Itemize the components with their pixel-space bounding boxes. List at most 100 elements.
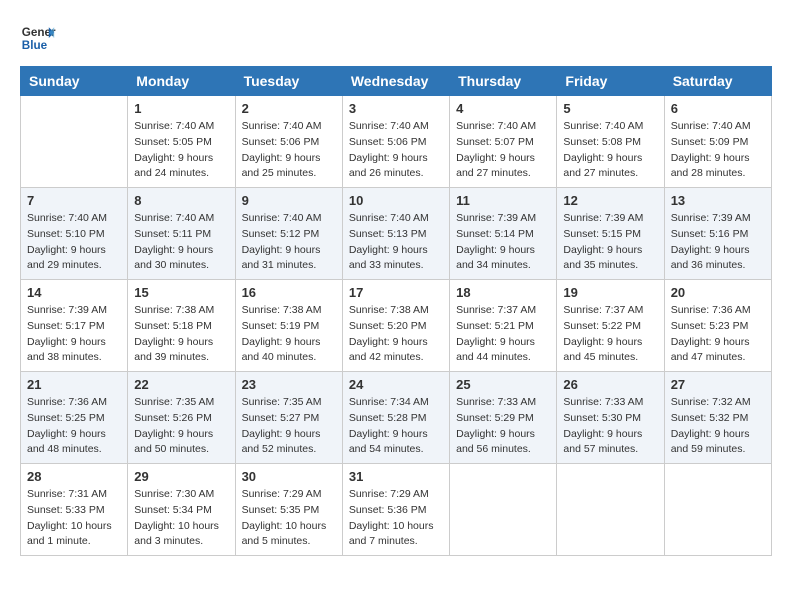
calendar-cell: 14 Sunrise: 7:39 AMSunset: 5:17 PMDaylig… <box>21 280 128 372</box>
day-number: 16 <box>242 285 336 300</box>
day-number: 5 <box>563 101 657 116</box>
day-info: Sunrise: 7:33 AMSunset: 5:30 PMDaylight:… <box>563 395 657 458</box>
calendar-table: SundayMondayTuesdayWednesdayThursdayFrid… <box>20 66 772 556</box>
calendar-cell <box>557 464 664 556</box>
weekday-header-monday: Monday <box>128 67 235 96</box>
calendar-week-row: 28 Sunrise: 7:31 AMSunset: 5:33 PMDaylig… <box>21 464 772 556</box>
calendar-cell: 30 Sunrise: 7:29 AMSunset: 5:35 PMDaylig… <box>235 464 342 556</box>
page-header: General Blue <box>20 20 772 56</box>
calendar-cell: 18 Sunrise: 7:37 AMSunset: 5:21 PMDaylig… <box>450 280 557 372</box>
calendar-cell: 16 Sunrise: 7:38 AMSunset: 5:19 PMDaylig… <box>235 280 342 372</box>
day-info: Sunrise: 7:39 AMSunset: 5:14 PMDaylight:… <box>456 211 550 274</box>
calendar-cell: 11 Sunrise: 7:39 AMSunset: 5:14 PMDaylig… <box>450 188 557 280</box>
day-info: Sunrise: 7:31 AMSunset: 5:33 PMDaylight:… <box>27 487 121 550</box>
day-number: 20 <box>671 285 765 300</box>
day-number: 9 <box>242 193 336 208</box>
day-number: 22 <box>134 377 228 392</box>
day-info: Sunrise: 7:38 AMSunset: 5:20 PMDaylight:… <box>349 303 443 366</box>
weekday-header-thursday: Thursday <box>450 67 557 96</box>
day-number: 14 <box>27 285 121 300</box>
day-info: Sunrise: 7:35 AMSunset: 5:27 PMDaylight:… <box>242 395 336 458</box>
day-info: Sunrise: 7:40 AMSunset: 5:10 PMDaylight:… <box>27 211 121 274</box>
calendar-week-row: 14 Sunrise: 7:39 AMSunset: 5:17 PMDaylig… <box>21 280 772 372</box>
calendar-cell: 24 Sunrise: 7:34 AMSunset: 5:28 PMDaylig… <box>342 372 449 464</box>
day-info: Sunrise: 7:36 AMSunset: 5:25 PMDaylight:… <box>27 395 121 458</box>
calendar-cell: 8 Sunrise: 7:40 AMSunset: 5:11 PMDayligh… <box>128 188 235 280</box>
calendar-cell: 27 Sunrise: 7:32 AMSunset: 5:32 PMDaylig… <box>664 372 771 464</box>
day-number: 27 <box>671 377 765 392</box>
calendar-cell: 23 Sunrise: 7:35 AMSunset: 5:27 PMDaylig… <box>235 372 342 464</box>
logo: General Blue <box>20 20 56 56</box>
day-number: 2 <box>242 101 336 116</box>
calendar-week-row: 21 Sunrise: 7:36 AMSunset: 5:25 PMDaylig… <box>21 372 772 464</box>
calendar-header-row: SundayMondayTuesdayWednesdayThursdayFrid… <box>21 67 772 96</box>
day-info: Sunrise: 7:40 AMSunset: 5:09 PMDaylight:… <box>671 119 765 182</box>
day-number: 19 <box>563 285 657 300</box>
calendar-cell <box>450 464 557 556</box>
day-info: Sunrise: 7:40 AMSunset: 5:07 PMDaylight:… <box>456 119 550 182</box>
day-info: Sunrise: 7:39 AMSunset: 5:16 PMDaylight:… <box>671 211 765 274</box>
day-number: 1 <box>134 101 228 116</box>
calendar-week-row: 7 Sunrise: 7:40 AMSunset: 5:10 PMDayligh… <box>21 188 772 280</box>
calendar-cell: 28 Sunrise: 7:31 AMSunset: 5:33 PMDaylig… <box>21 464 128 556</box>
day-number: 21 <box>27 377 121 392</box>
calendar-cell: 5 Sunrise: 7:40 AMSunset: 5:08 PMDayligh… <box>557 96 664 188</box>
day-info: Sunrise: 7:38 AMSunset: 5:18 PMDaylight:… <box>134 303 228 366</box>
calendar-cell: 31 Sunrise: 7:29 AMSunset: 5:36 PMDaylig… <box>342 464 449 556</box>
day-number: 31 <box>349 469 443 484</box>
weekday-header-friday: Friday <box>557 67 664 96</box>
calendar-cell: 6 Sunrise: 7:40 AMSunset: 5:09 PMDayligh… <box>664 96 771 188</box>
calendar-cell: 3 Sunrise: 7:40 AMSunset: 5:06 PMDayligh… <box>342 96 449 188</box>
day-number: 6 <box>671 101 765 116</box>
day-info: Sunrise: 7:32 AMSunset: 5:32 PMDaylight:… <box>671 395 765 458</box>
day-number: 7 <box>27 193 121 208</box>
calendar-cell: 7 Sunrise: 7:40 AMSunset: 5:10 PMDayligh… <box>21 188 128 280</box>
day-info: Sunrise: 7:40 AMSunset: 5:06 PMDaylight:… <box>349 119 443 182</box>
calendar-week-row: 1 Sunrise: 7:40 AMSunset: 5:05 PMDayligh… <box>21 96 772 188</box>
day-info: Sunrise: 7:35 AMSunset: 5:26 PMDaylight:… <box>134 395 228 458</box>
day-number: 4 <box>456 101 550 116</box>
day-number: 3 <box>349 101 443 116</box>
day-info: Sunrise: 7:40 AMSunset: 5:08 PMDaylight:… <box>563 119 657 182</box>
day-number: 30 <box>242 469 336 484</box>
day-number: 17 <box>349 285 443 300</box>
day-info: Sunrise: 7:39 AMSunset: 5:15 PMDaylight:… <box>563 211 657 274</box>
calendar-cell: 21 Sunrise: 7:36 AMSunset: 5:25 PMDaylig… <box>21 372 128 464</box>
day-number: 25 <box>456 377 550 392</box>
svg-text:Blue: Blue <box>22 39 48 52</box>
calendar-cell: 25 Sunrise: 7:33 AMSunset: 5:29 PMDaylig… <box>450 372 557 464</box>
day-number: 29 <box>134 469 228 484</box>
day-info: Sunrise: 7:40 AMSunset: 5:05 PMDaylight:… <box>134 119 228 182</box>
day-info: Sunrise: 7:40 AMSunset: 5:11 PMDaylight:… <box>134 211 228 274</box>
day-number: 15 <box>134 285 228 300</box>
day-info: Sunrise: 7:36 AMSunset: 5:23 PMDaylight:… <box>671 303 765 366</box>
weekday-header-tuesday: Tuesday <box>235 67 342 96</box>
weekday-header-saturday: Saturday <box>664 67 771 96</box>
day-number: 26 <box>563 377 657 392</box>
calendar-cell <box>21 96 128 188</box>
calendar-cell: 2 Sunrise: 7:40 AMSunset: 5:06 PMDayligh… <box>235 96 342 188</box>
day-number: 28 <box>27 469 121 484</box>
calendar-cell: 19 Sunrise: 7:37 AMSunset: 5:22 PMDaylig… <box>557 280 664 372</box>
day-info: Sunrise: 7:37 AMSunset: 5:22 PMDaylight:… <box>563 303 657 366</box>
day-info: Sunrise: 7:34 AMSunset: 5:28 PMDaylight:… <box>349 395 443 458</box>
day-info: Sunrise: 7:39 AMSunset: 5:17 PMDaylight:… <box>27 303 121 366</box>
weekday-header-wednesday: Wednesday <box>342 67 449 96</box>
day-number: 8 <box>134 193 228 208</box>
day-info: Sunrise: 7:38 AMSunset: 5:19 PMDaylight:… <box>242 303 336 366</box>
weekday-header-sunday: Sunday <box>21 67 128 96</box>
day-number: 23 <box>242 377 336 392</box>
day-info: Sunrise: 7:29 AMSunset: 5:36 PMDaylight:… <box>349 487 443 550</box>
calendar-cell: 22 Sunrise: 7:35 AMSunset: 5:26 PMDaylig… <box>128 372 235 464</box>
day-info: Sunrise: 7:30 AMSunset: 5:34 PMDaylight:… <box>134 487 228 550</box>
day-number: 18 <box>456 285 550 300</box>
calendar-cell: 13 Sunrise: 7:39 AMSunset: 5:16 PMDaylig… <box>664 188 771 280</box>
day-info: Sunrise: 7:40 AMSunset: 5:06 PMDaylight:… <box>242 119 336 182</box>
day-info: Sunrise: 7:29 AMSunset: 5:35 PMDaylight:… <box>242 487 336 550</box>
calendar-cell: 4 Sunrise: 7:40 AMSunset: 5:07 PMDayligh… <box>450 96 557 188</box>
day-number: 24 <box>349 377 443 392</box>
day-number: 12 <box>563 193 657 208</box>
calendar-cell: 20 Sunrise: 7:36 AMSunset: 5:23 PMDaylig… <box>664 280 771 372</box>
day-info: Sunrise: 7:40 AMSunset: 5:13 PMDaylight:… <box>349 211 443 274</box>
calendar-cell: 17 Sunrise: 7:38 AMSunset: 5:20 PMDaylig… <box>342 280 449 372</box>
